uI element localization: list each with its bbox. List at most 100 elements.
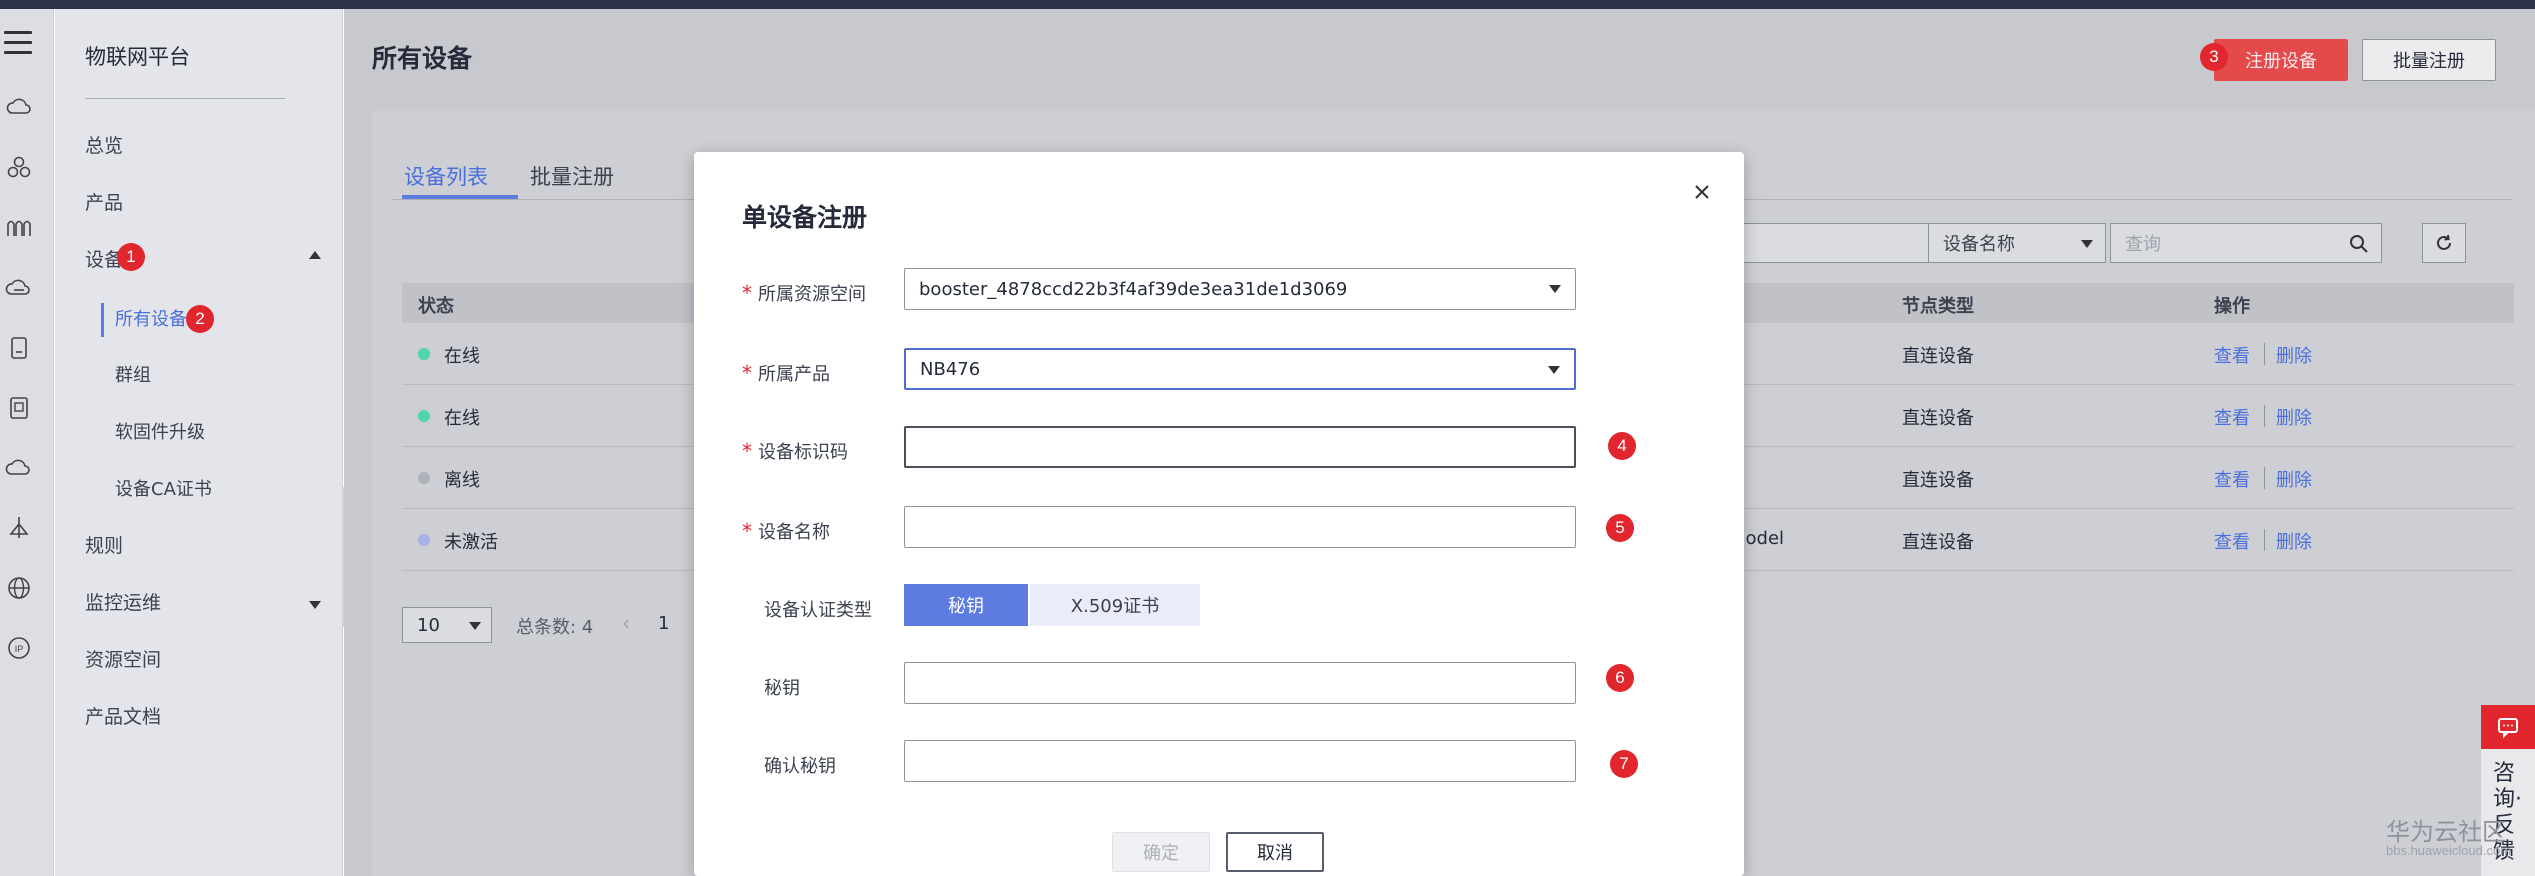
required-mark: * — [742, 519, 752, 543]
cloud-outline-icon[interactable] — [4, 453, 34, 483]
view-link[interactable]: 查看 — [2214, 404, 2250, 430]
delete-link[interactable]: 删除 — [2276, 404, 2312, 430]
view-link[interactable]: 查看 — [2214, 528, 2250, 554]
chevron-down-icon — [469, 622, 481, 630]
antenna-icon[interactable] — [4, 513, 34, 543]
status-text: 在线 — [444, 346, 480, 367]
cluster-icon[interactable] — [4, 153, 34, 183]
search-placeholder: 查询 — [2125, 234, 2161, 255]
sidebar-item-all-devices[interactable]: 所有设备 — [115, 305, 187, 331]
node-type-text: 直连设备 — [1902, 532, 1974, 553]
icon-rail: IP — [0, 9, 54, 876]
sidebar-item-product[interactable]: 产品 — [85, 188, 123, 215]
sidebar-item-firmware[interactable]: 软固件升级 — [115, 418, 205, 444]
cloud-chat-icon[interactable] — [4, 273, 34, 303]
resource-space-select[interactable]: booster_4878ccd22b3f4af39de3ea31de1d3069 — [904, 268, 1576, 310]
sidebar: 物联网平台 总览 产品 设备 1 所有设备 2 群组 软固件升级 设备CA证书 … — [55, 9, 361, 876]
globe-icon[interactable] — [4, 573, 34, 603]
chat-icon[interactable] — [2481, 705, 2535, 749]
cancel-button[interactable]: 取消 — [1226, 832, 1324, 872]
delete-link[interactable]: 删除 — [2276, 466, 2312, 492]
step-marker-7: 7 — [1610, 750, 1638, 778]
watermark-url: bbs.huaweicloud.com — [2386, 843, 2512, 858]
delete-link[interactable]: 删除 — [2276, 528, 2312, 554]
column-node-type: 节点类型 — [1902, 296, 1974, 317]
prev-page-button[interactable]: ‹ — [622, 611, 630, 635]
device-box-icon[interactable] — [4, 333, 34, 363]
top-bar — [0, 0, 2535, 9]
chevron-down-icon — [2081, 240, 2093, 248]
device-id-label: * 设备标识码 — [742, 438, 848, 464]
view-link[interactable]: 查看 — [2214, 466, 2250, 492]
close-icon[interactable] — [1688, 178, 1716, 206]
secret-label: 秘钥 — [764, 678, 800, 699]
device-name-label-text: 设备名称 — [758, 522, 830, 543]
product-value: NB476 — [920, 358, 981, 380]
product-select[interactable]: NB476 — [904, 348, 1576, 390]
register-device-button[interactable]: 注册设备 — [2214, 39, 2348, 81]
auth-type-label: 设备认证类型 — [764, 600, 872, 621]
resource-space-label: * 所属资源空间 — [742, 280, 866, 306]
auth-type-secret-option[interactable]: 秘钥 — [904, 584, 1028, 626]
required-mark: * — [742, 361, 752, 385]
device-id-label-text: 设备标识码 — [758, 442, 848, 463]
device-card-icon[interactable] — [4, 393, 34, 423]
auth-type-x509-option[interactable]: X.509证书 — [1030, 584, 1200, 626]
refresh-icon — [2437, 234, 2451, 250]
node-type-text: 直连设备 — [1902, 408, 1974, 429]
menu-icon[interactable] — [4, 31, 32, 59]
register-device-dialog: 单设备注册 * 所属资源空间 booster_4878ccd22b3f4af39d… — [694, 152, 1744, 876]
sidebar-item-monitor[interactable]: 监控运维 — [85, 588, 161, 615]
divider — [2264, 405, 2265, 427]
product-label: * 所属产品 — [742, 360, 830, 386]
device-id-input[interactable] — [904, 426, 1576, 468]
waves-icon[interactable] — [4, 213, 34, 243]
ip-icon[interactable]: IP — [4, 633, 34, 663]
sidebar-item-overview[interactable]: 总览 — [85, 131, 123, 158]
status-dot — [418, 472, 430, 484]
divider — [2264, 343, 2265, 365]
divider — [2264, 529, 2265, 551]
device-name-label: * 设备名称 — [742, 518, 830, 544]
sidebar-item-resource-space[interactable]: 资源空间 — [85, 645, 161, 672]
dialog-title: 单设备注册 — [742, 203, 868, 232]
total-count: 总条数: 4 — [516, 617, 594, 638]
search-icon[interactable] — [2349, 234, 2369, 254]
tab-batch-register[interactable]: 批量注册 — [530, 161, 614, 191]
field-select[interactable]: 设备名称 — [1928, 223, 2106, 263]
sidebar-item-docs[interactable]: 产品文档 — [85, 702, 161, 729]
page-number[interactable]: 1 — [658, 613, 669, 634]
status-text: 在线 — [444, 408, 480, 429]
confirm-secret-input[interactable] — [904, 740, 1576, 782]
view-link[interactable]: 查看 — [2214, 342, 2250, 368]
status-text: 未激活 — [444, 532, 498, 553]
step-marker-5: 5 — [1606, 514, 1634, 542]
step-marker-4: 4 — [1608, 432, 1636, 460]
confirm-button[interactable]: 确定 — [1112, 832, 1210, 872]
chevron-down-icon — [1549, 285, 1561, 293]
sidebar-item-group[interactable]: 群组 — [115, 361, 151, 387]
device-name-input[interactable] — [904, 506, 1576, 548]
svg-text:IP: IP — [15, 644, 24, 654]
chevron-up-icon[interactable] — [309, 251, 321, 259]
search-input[interactable]: 查询 — [2110, 223, 2382, 263]
step-marker-3: 3 — [2200, 43, 2228, 71]
status-dot — [418, 534, 430, 546]
sidebar-item-rules[interactable]: 规则 — [85, 531, 123, 558]
divider — [2264, 467, 2265, 489]
resource-space-label-text: 所属资源空间 — [758, 284, 866, 305]
tab-device-list[interactable]: 设备列表 — [404, 161, 488, 191]
required-mark: * — [742, 281, 752, 305]
cloud-icon[interactable] — [4, 93, 34, 123]
status-text: 离线 — [444, 470, 480, 491]
page-size-select[interactable]: 10 — [402, 607, 492, 643]
divider — [85, 98, 285, 99]
page-size-value: 10 — [417, 614, 440, 636]
delete-link[interactable]: 删除 — [2276, 342, 2312, 368]
sidebar-item-ca-cert[interactable]: 设备CA证书 — [115, 475, 212, 501]
batch-register-button[interactable]: 批量注册 — [2362, 39, 2496, 81]
refresh-button[interactable] — [2422, 223, 2466, 263]
chevron-down-icon[interactable] — [309, 601, 321, 609]
secret-input[interactable] — [904, 662, 1576, 704]
column-actions: 操作 — [2214, 296, 2250, 317]
